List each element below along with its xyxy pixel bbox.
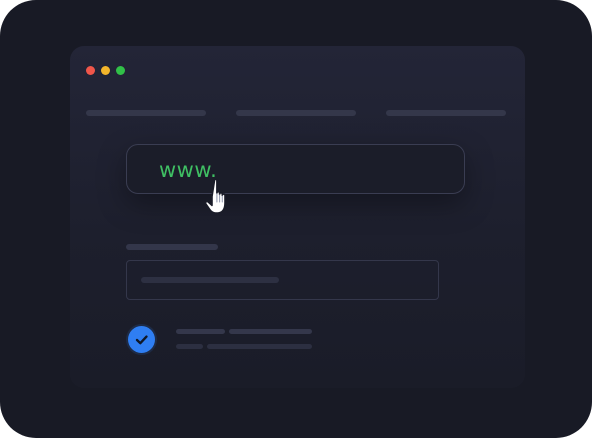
minimize-window-button[interactable]	[101, 66, 110, 75]
list-subtext-line	[207, 344, 312, 349]
list-text-line	[229, 329, 312, 334]
close-window-button[interactable]	[86, 66, 95, 75]
field-label-placeholder	[126, 244, 218, 250]
maximize-window-button[interactable]	[116, 66, 125, 75]
checkmark-icon	[135, 335, 148, 345]
text-input[interactable]	[126, 260, 439, 300]
checkmark-badge[interactable]	[128, 326, 155, 353]
app-frame: www.	[0, 0, 592, 438]
nav-item-3[interactable]	[386, 110, 506, 116]
browser-window: www.	[70, 46, 525, 388]
input-placeholder-bar	[141, 277, 279, 283]
nav-item-1[interactable]	[86, 110, 206, 116]
url-input[interactable]: www.	[126, 144, 465, 194]
nav-item-2[interactable]	[236, 110, 356, 116]
hand-pointer-icon	[204, 178, 226, 214]
list-subtext-line	[176, 344, 203, 349]
list-text-line	[176, 329, 225, 334]
